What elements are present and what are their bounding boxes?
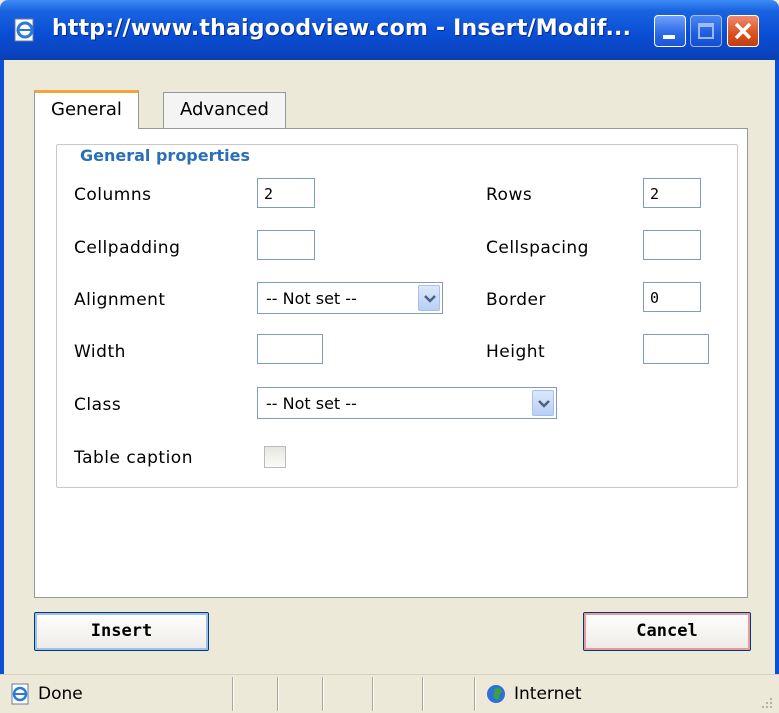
status-separator <box>232 677 234 711</box>
table-caption-label: Table caption <box>74 448 193 468</box>
status-separator <box>372 677 374 711</box>
general-properties-fieldset <box>56 144 738 488</box>
border-input[interactable]: 0 <box>643 282 701 312</box>
width-input[interactable] <box>257 334 323 364</box>
rows-label: Rows <box>486 185 533 205</box>
status-separator <box>322 677 324 711</box>
minimize-button[interactable] <box>654 15 686 47</box>
resize-grip-icon[interactable] <box>759 695 773 709</box>
columns-label: Columns <box>74 185 152 205</box>
maximize-button[interactable] <box>690 15 722 47</box>
cellpadding-input[interactable] <box>257 230 315 260</box>
window-frame-left <box>0 60 4 713</box>
class-select[interactable]: -- Not set -- <box>257 387 557 419</box>
maximize-icon <box>698 23 714 39</box>
class-selected-value: -- Not set -- <box>266 394 357 413</box>
close-button[interactable] <box>727 15 759 47</box>
alignment-label: Alignment <box>74 290 166 310</box>
border-label: Border <box>486 290 546 310</box>
cellspacing-label: Cellspacing <box>486 238 589 258</box>
tab-general[interactable]: General <box>34 90 139 129</box>
ie-page-icon <box>14 18 34 42</box>
cellspacing-input[interactable] <box>643 230 701 260</box>
status-separator <box>474 677 476 711</box>
alignment-select[interactable]: -- Not set -- <box>257 282 443 314</box>
rows-input[interactable]: 2 <box>643 178 701 208</box>
class-label: Class <box>74 395 122 415</box>
alignment-selected-value: -- Not set -- <box>266 289 357 308</box>
ie-page-icon <box>11 683 29 705</box>
table-caption-checkbox[interactable] <box>264 446 286 468</box>
window-title: http://www.thaigoodview.com - Insert/Mod… <box>52 16 632 41</box>
status-text: Done <box>38 684 83 704</box>
height-input[interactable] <box>643 334 709 364</box>
general-properties-legend: General properties <box>70 146 261 165</box>
window-frame-right <box>775 60 779 713</box>
chevron-down-icon <box>424 295 436 303</box>
status-bar: Done Internet <box>0 674 779 713</box>
tab-advanced[interactable]: Advanced <box>163 92 286 128</box>
cellpadding-label: Cellpadding <box>74 238 181 258</box>
minimize-icon <box>663 35 675 39</box>
title-bar[interactable]: http://www.thaigoodview.com - Insert/Mod… <box>0 0 779 60</box>
class-dropdown-button[interactable] <box>532 390 554 416</box>
columns-input[interactable]: 2 <box>257 178 315 208</box>
status-separator <box>277 677 279 711</box>
width-label: Width <box>74 342 126 362</box>
close-icon <box>734 22 752 40</box>
status-separator <box>422 677 424 711</box>
alignment-dropdown-button[interactable] <box>418 285 440 311</box>
insert-button[interactable]: Insert <box>34 612 209 651</box>
security-zone-text: Internet <box>514 684 582 704</box>
cancel-button[interactable]: Cancel <box>583 612 751 651</box>
height-label: Height <box>486 342 546 362</box>
globe-icon <box>487 685 505 703</box>
chevron-down-icon <box>538 400 550 408</box>
